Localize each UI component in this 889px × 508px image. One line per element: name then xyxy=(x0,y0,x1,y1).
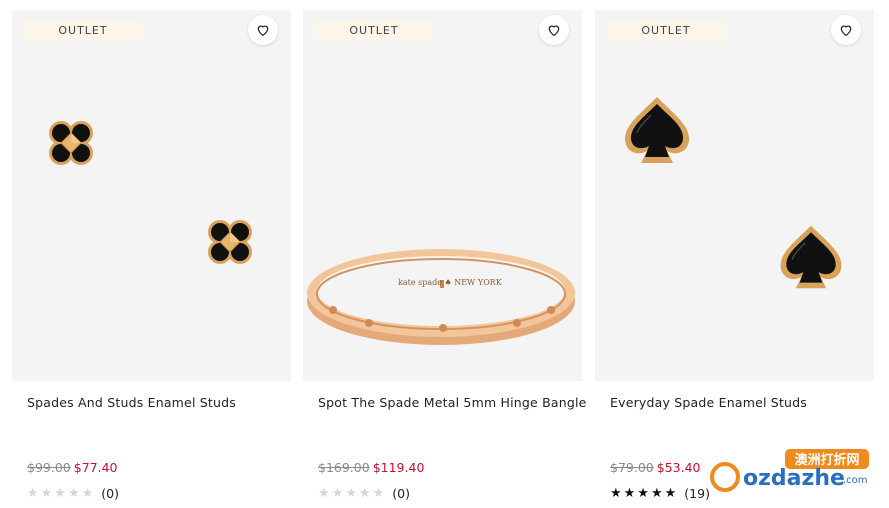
wishlist-button[interactable] xyxy=(248,15,278,45)
svg-text:ozdazhe: ozdazhe xyxy=(743,466,845,491)
product-image[interactable]: OUTLET xyxy=(12,10,291,381)
original-price: $169.00 xyxy=(318,460,370,475)
outlet-badge: OUTLET xyxy=(607,20,725,41)
product-card[interactable]: OUTLET Everyday Spade Enamel Studs $79.0… xyxy=(595,10,874,504)
product-price: $169.00 $119.40 xyxy=(318,460,424,475)
product-price: $99.00 $77.40 xyxy=(27,460,118,475)
original-price: $79.00 xyxy=(610,460,654,475)
product-card[interactable]: OUTLET Spades And Studs Enamel Studs $99… xyxy=(12,10,291,504)
wishlist-button[interactable] xyxy=(831,15,861,45)
product-card[interactable]: kate spade ♠ NEW YORK OUTLET Spot The Sp… xyxy=(303,10,586,504)
product-image[interactable]: OUTLET xyxy=(595,10,874,381)
review-count: (0) xyxy=(101,486,119,501)
wishlist-button[interactable] xyxy=(539,15,569,45)
review-count: (0) xyxy=(392,486,410,501)
heart-icon xyxy=(548,25,560,36)
heart-icon xyxy=(257,25,269,36)
original-price: $99.00 xyxy=(27,460,71,475)
sale-price: $53.40 xyxy=(656,460,701,475)
clover-studs-image xyxy=(48,120,253,265)
spade-studs-image xyxy=(624,96,843,290)
watermark-logo: 澳洲打折网 ozdazhe .com xyxy=(705,447,889,504)
star-icon: ★★★★★ xyxy=(27,486,96,501)
sale-price: $77.40 xyxy=(73,460,118,475)
product-title[interactable]: Spades And Studs Enamel Studs xyxy=(27,395,236,410)
bangle-engraving: kate spade ♠ NEW YORK xyxy=(398,278,503,287)
product-title[interactable]: Everyday Spade Enamel Studs xyxy=(610,395,807,410)
product-rating[interactable]: ★★★★★ (0) xyxy=(27,486,119,501)
outlet-badge: OUTLET xyxy=(24,20,142,41)
heart-icon xyxy=(840,25,852,36)
product-rating[interactable]: ★★★★★ (19) xyxy=(610,486,710,501)
product-title[interactable]: Spot The Spade Metal 5mm Hinge Bangle xyxy=(318,395,587,410)
product-rating[interactable]: ★★★★★ (0) xyxy=(318,486,410,501)
product-price: $79.00 $53.40 xyxy=(610,460,701,475)
star-icon: ★★★★★ xyxy=(318,486,387,501)
svg-text:.com: .com xyxy=(843,475,868,486)
product-image[interactable]: kate spade ♠ NEW YORK OUTLET xyxy=(303,10,582,381)
bangle-image: kate spade ♠ NEW YORK xyxy=(307,249,575,345)
sale-price: $119.40 xyxy=(372,460,425,475)
outlet-badge: OUTLET xyxy=(315,20,433,41)
star-icon: ★★★★★ xyxy=(610,486,679,501)
